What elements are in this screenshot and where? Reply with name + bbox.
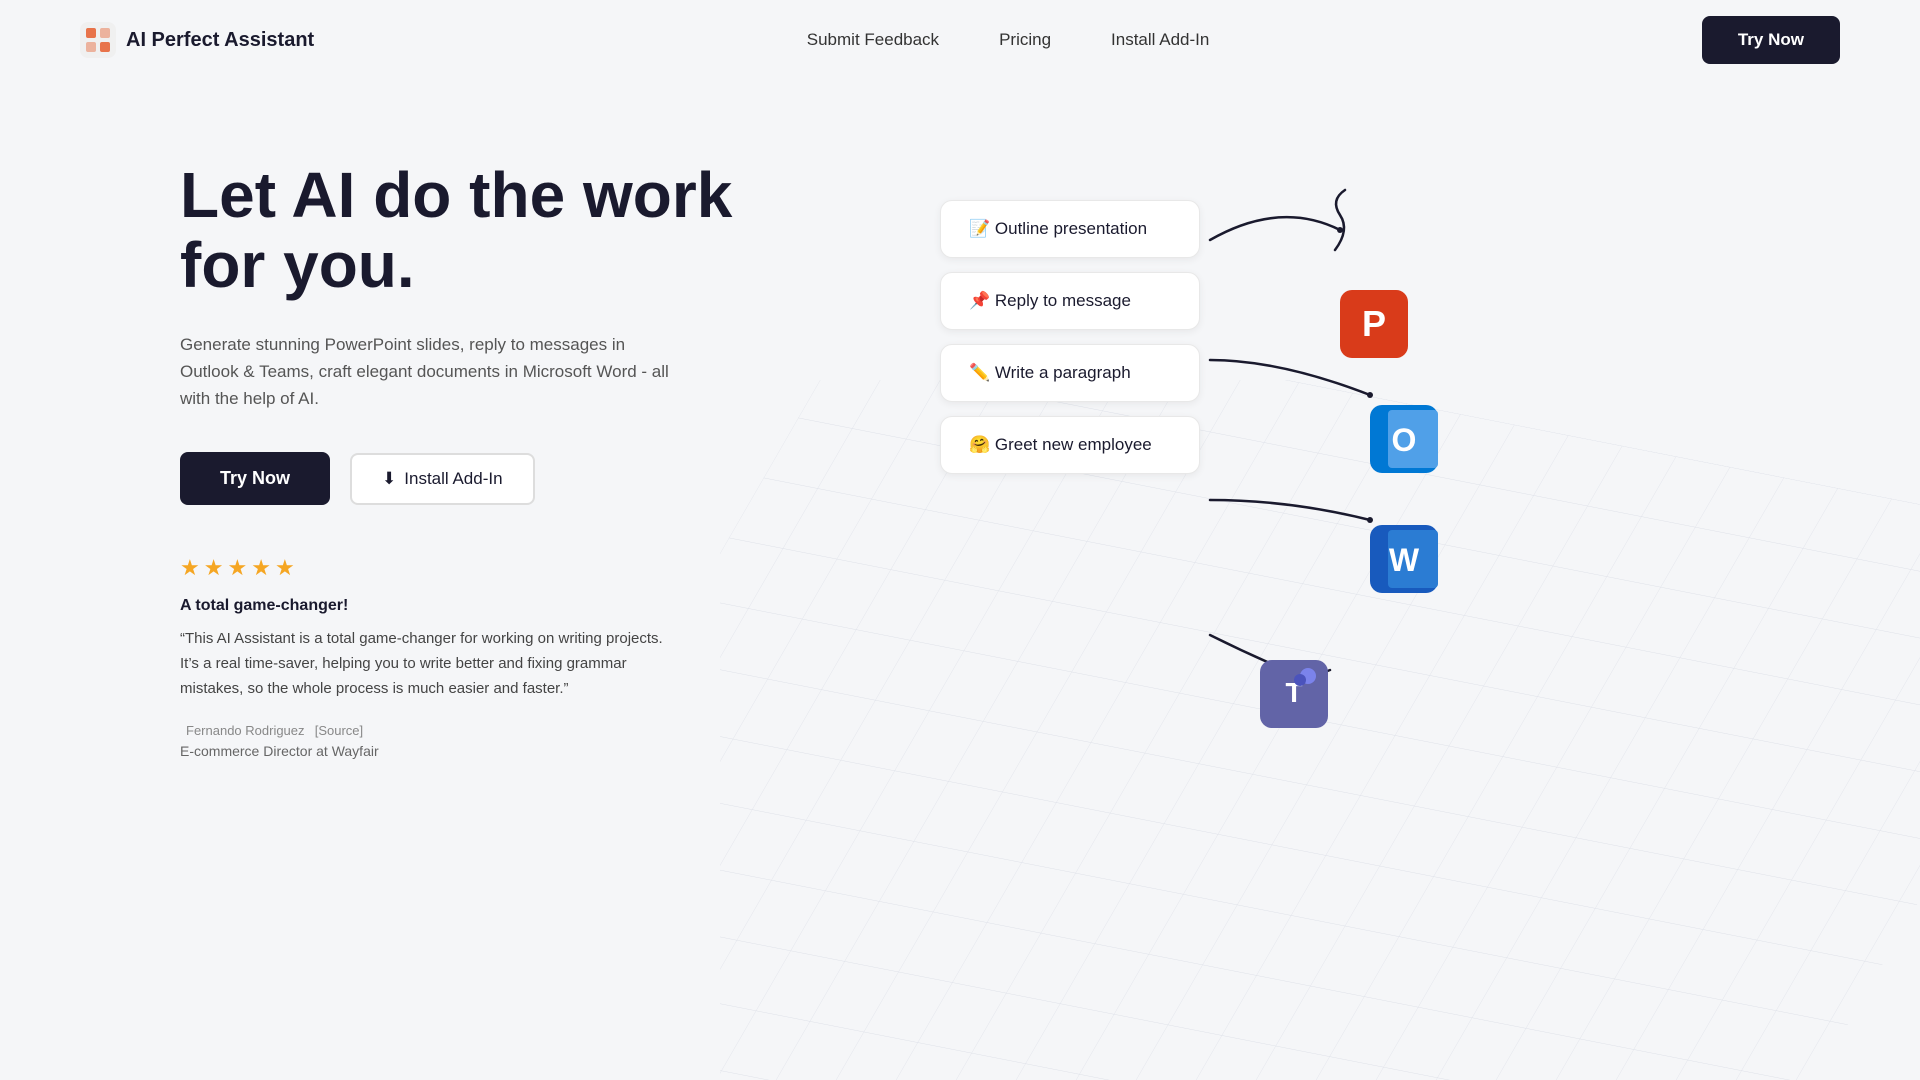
star-5: ★ xyxy=(275,555,295,581)
nav-links: Submit Feedback Pricing Install Add-In xyxy=(807,30,1210,50)
reviewer-name: Fernando Rodriguez [Source] xyxy=(180,722,880,739)
brand-name: AI Perfect Assistant xyxy=(126,29,314,52)
nav-try-now-button[interactable]: Try Now xyxy=(1702,16,1840,64)
star-4: ★ xyxy=(251,555,271,581)
hero-illustration: 📝 Outline presentation 📌 Reply to messag… xyxy=(880,140,1840,740)
svg-text:O: O xyxy=(1392,422,1417,458)
star-1: ★ xyxy=(180,555,200,581)
svg-text:P: P xyxy=(1362,303,1386,344)
logo-icon xyxy=(80,22,116,58)
hero-left: Let AI do the work for you. Generate stu… xyxy=(180,140,880,759)
reviewer-role: E-commerce Director at Wayfair xyxy=(180,743,880,759)
star-rating: ★ ★ ★ ★ ★ xyxy=(180,555,880,581)
star-2: ★ xyxy=(204,555,224,581)
install-addin-link[interactable]: Install Add-In xyxy=(1111,30,1209,50)
arrows-svg: P O W T xyxy=(880,140,1580,740)
pricing-link[interactable]: Pricing xyxy=(999,30,1051,50)
navbar: AI Perfect Assistant Submit Feedback Pri… xyxy=(0,0,1920,80)
hero-subtitle: Generate stunning PowerPoint slides, rep… xyxy=(180,331,680,413)
review-title: A total game-changer! xyxy=(180,597,880,615)
logo-area: AI Perfect Assistant xyxy=(80,22,314,58)
star-3: ★ xyxy=(227,555,247,581)
hero-try-now-button[interactable]: Try Now xyxy=(180,452,330,505)
download-icon: ⬇ xyxy=(382,469,396,489)
main-content: Let AI do the work for you. Generate stu… xyxy=(0,80,1920,759)
review-text: “This AI Assistant is a total game-chang… xyxy=(180,627,680,701)
cta-row: Try Now ⬇ Install Add-In xyxy=(180,452,880,505)
hero-headline: Let AI do the work for you. xyxy=(180,160,880,301)
svg-text:W: W xyxy=(1389,542,1420,578)
submit-feedback-link[interactable]: Submit Feedback xyxy=(807,30,939,50)
hero-install-button[interactable]: ⬇ Install Add-In xyxy=(350,453,535,505)
